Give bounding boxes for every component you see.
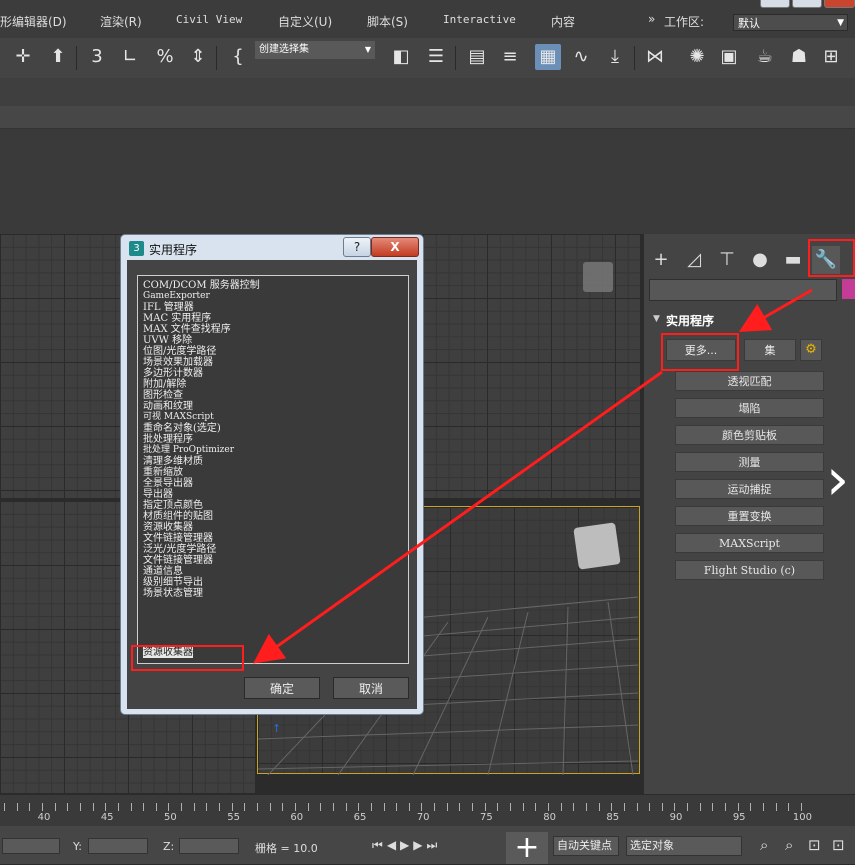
arrow-to-more-button xyxy=(738,288,813,332)
arrow-to-selected-item xyxy=(253,370,663,664)
annotation-arrows xyxy=(253,288,813,664)
